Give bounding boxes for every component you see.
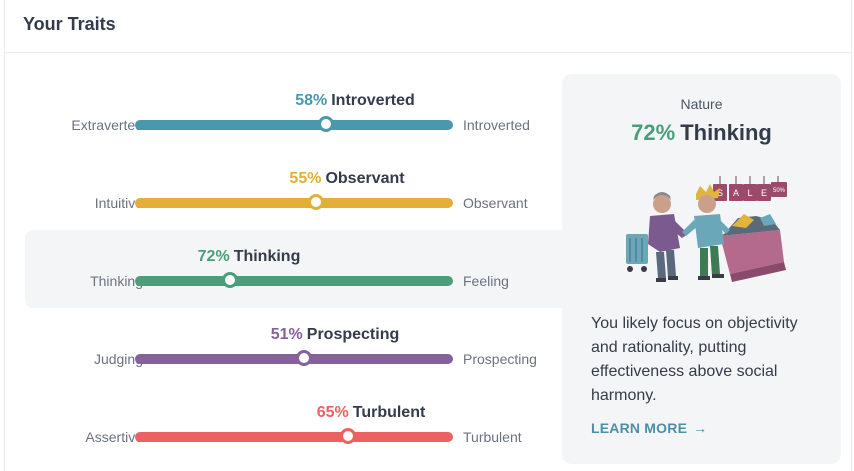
trait-headline: 58% Introverted bbox=[295, 92, 415, 110]
trait-percent: 65% bbox=[316, 404, 349, 421]
card-header: Your Traits bbox=[5, 0, 851, 53]
trait-row-tactics[interactable]: 51% Prospecting Judging Prospecting bbox=[25, 312, 565, 388]
trait-row-energy[interactable]: 58% Introverted Extraverted Introverted bbox=[25, 78, 565, 154]
trait-headline: 51% Prospecting bbox=[271, 326, 400, 344]
trait-headline: 55% Observant bbox=[289, 170, 404, 188]
trait-bar bbox=[135, 120, 453, 130]
trait-right-label: Turbulent bbox=[463, 429, 522, 445]
trait-knob bbox=[295, 350, 312, 366]
trait-bar bbox=[135, 198, 453, 208]
panel-trait: Thinking bbox=[680, 120, 772, 145]
learn-more-label: LEARN MORE bbox=[591, 420, 688, 436]
trait-percent: 72% bbox=[197, 248, 230, 265]
trait-headline: 72% Thinking bbox=[198, 248, 301, 266]
trait-percent: 51% bbox=[270, 326, 303, 343]
trait-knob bbox=[222, 272, 239, 288]
trait-row-mind[interactable]: 55% Observant Intuitive Observant bbox=[25, 156, 565, 232]
trait-name: Observant bbox=[325, 170, 405, 187]
panel-percent: 72% bbox=[631, 120, 676, 145]
svg-text:L: L bbox=[747, 188, 752, 198]
trait-knob bbox=[317, 116, 334, 132]
trait-row-nature[interactable]: 72% Thinking Thinking Feeling bbox=[25, 230, 565, 308]
sale-tag-a: A bbox=[729, 184, 743, 201]
trait-right-label: Feeling bbox=[463, 273, 509, 289]
trait-percent: 55% bbox=[289, 170, 322, 187]
thinking-illustration: S A L E 50% bbox=[626, 176, 787, 282]
svg-text:E: E bbox=[761, 188, 767, 198]
panel-headline: 72% Thinking bbox=[562, 120, 841, 146]
trait-name: Turbulent bbox=[352, 404, 426, 421]
svg-text:A: A bbox=[733, 188, 739, 198]
arrow-right-icon: → bbox=[693, 420, 708, 436]
trait-right-label: Prospecting bbox=[463, 351, 537, 367]
trait-right-label: Introverted bbox=[463, 117, 530, 133]
trait-percent: 58% bbox=[295, 92, 328, 109]
learn-more-link[interactable]: LEARN MORE → bbox=[591, 420, 707, 436]
card-title: Your Traits bbox=[23, 14, 116, 34]
trait-bar bbox=[135, 276, 453, 286]
panel-category: Nature bbox=[680, 96, 723, 112]
trait-row-identity[interactable]: 65% Turbulent Assertive Turbulent bbox=[25, 390, 565, 466]
trait-name: Introverted bbox=[331, 92, 415, 109]
trait-name: Prospecting bbox=[306, 326, 400, 343]
trait-left-label: Extraverted bbox=[71, 117, 143, 133]
sale-tag-e: E bbox=[757, 184, 771, 201]
svg-text:50%: 50% bbox=[773, 188, 786, 194]
sale-tag-50: 50% bbox=[771, 182, 787, 197]
panel-description: You likely focus on objectivity and rati… bbox=[591, 315, 798, 404]
trait-right-label: Observant bbox=[463, 195, 528, 211]
trait-knob bbox=[308, 194, 325, 210]
trait-headline: 65% Turbulent bbox=[317, 404, 426, 422]
trait-bar bbox=[135, 432, 453, 442]
sale-tag-l: L bbox=[743, 184, 757, 201]
trait-name: Thinking bbox=[233, 248, 301, 265]
trait-bar bbox=[135, 354, 453, 364]
trait-detail-panel: Nature 72% Thinking S A L E 50% You like… bbox=[562, 74, 841, 464]
trait-knob bbox=[340, 428, 357, 444]
